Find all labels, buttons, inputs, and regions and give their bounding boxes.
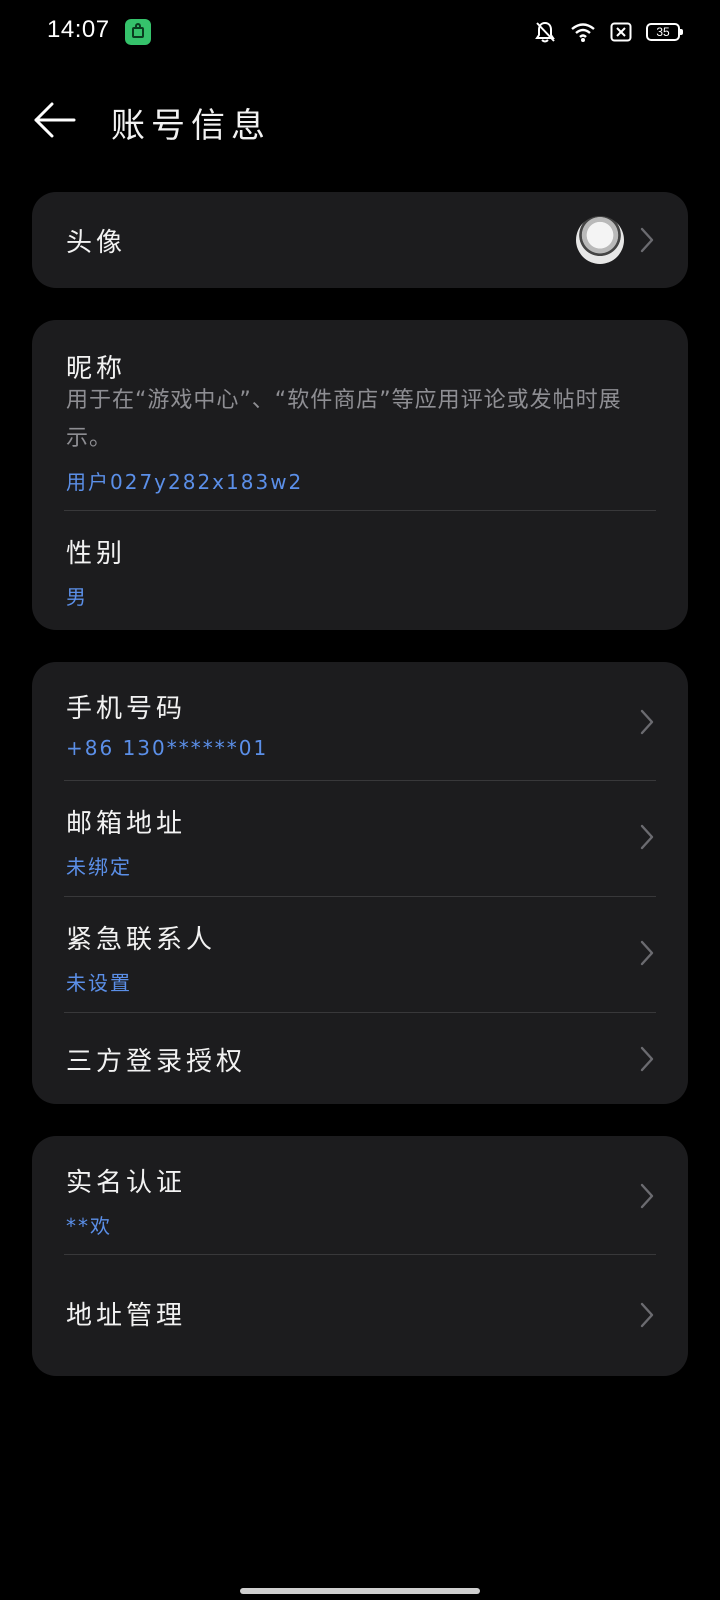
- status-icons: 35: [534, 16, 683, 48]
- chevron-right-icon: [640, 1046, 654, 1072]
- chevron-right-icon: [640, 1302, 654, 1328]
- wifi-icon: [571, 23, 595, 42]
- third-party-login-label: 三方登录授权: [66, 1047, 247, 1077]
- third-party-login-row[interactable]: 三方登录授权: [32, 1013, 688, 1104]
- nickname-value: 用户027y282x183w2: [66, 470, 304, 494]
- avatar-row[interactable]: 头像: [32, 192, 688, 288]
- email-label: 邮箱地址: [66, 809, 187, 839]
- chevron-right-icon: [640, 1183, 654, 1209]
- address-label: 地址管理: [66, 1301, 187, 1331]
- emergency-contact-row[interactable]: 紧急联系人 未设置: [32, 897, 688, 1012]
- home-indicator[interactable]: [240, 1588, 480, 1594]
- profile-card: 昵称 用于在“游戏中心”、“软件商店”等应用评论或发帖时展示。 用户027y28…: [32, 320, 688, 630]
- battery-icon: 35: [646, 23, 683, 41]
- emergency-contact-value: 未设置: [66, 971, 132, 995]
- real-name-value: **欢: [66, 1214, 112, 1238]
- arrow-left-icon: [34, 102, 76, 138]
- phone-row[interactable]: 手机号码 +86 130******01: [32, 662, 688, 780]
- bell-muted-icon: [535, 21, 555, 43]
- avatar-label: 头像: [66, 228, 127, 258]
- avatar: [576, 216, 624, 264]
- status-bar: 14:07 35: [0, 0, 720, 64]
- back-button[interactable]: [28, 92, 84, 148]
- gender-label: 性别: [66, 539, 127, 569]
- address-row[interactable]: 地址管理: [32, 1255, 688, 1376]
- nickname-description: 用于在“游戏中心”、“软件商店”等应用评论或发帖时展示。: [66, 388, 622, 451]
- nickname-row[interactable]: 昵称 用于在“游戏中心”、“软件商店”等应用评论或发帖时展示。 用户027y28…: [32, 320, 688, 510]
- phone-label: 手机号码: [66, 694, 187, 724]
- gender-row[interactable]: 性别 男: [32, 511, 688, 630]
- chevron-right-icon: [640, 940, 654, 966]
- sim-cross-icon: [610, 22, 632, 42]
- chevron-right-icon: [640, 227, 654, 253]
- status-time: 14:07: [47, 16, 110, 43]
- identity-card: 实名认证 **欢 地址管理: [32, 1136, 688, 1376]
- contact-card: 手机号码 +86 130******01 邮箱地址 未绑定 紧急联系人 未设置 …: [32, 662, 688, 1104]
- real-name-label: 实名认证: [66, 1168, 187, 1198]
- emergency-contact-label: 紧急联系人: [66, 925, 217, 955]
- email-row[interactable]: 邮箱地址 未绑定: [32, 781, 688, 896]
- nickname-label: 昵称: [66, 354, 127, 384]
- shopping-bag-icon: [125, 19, 151, 45]
- real-name-row[interactable]: 实名认证 **欢: [32, 1136, 688, 1254]
- page-title: 账号信息: [111, 106, 271, 146]
- email-value: 未绑定: [66, 855, 132, 879]
- avatar-card: 头像: [32, 192, 688, 288]
- phone-value: +86 130******01: [66, 736, 269, 760]
- chevron-right-icon: [640, 824, 654, 850]
- gender-value: 男: [66, 585, 88, 609]
- header: 账号信息: [0, 80, 720, 160]
- chevron-right-icon: [640, 709, 654, 735]
